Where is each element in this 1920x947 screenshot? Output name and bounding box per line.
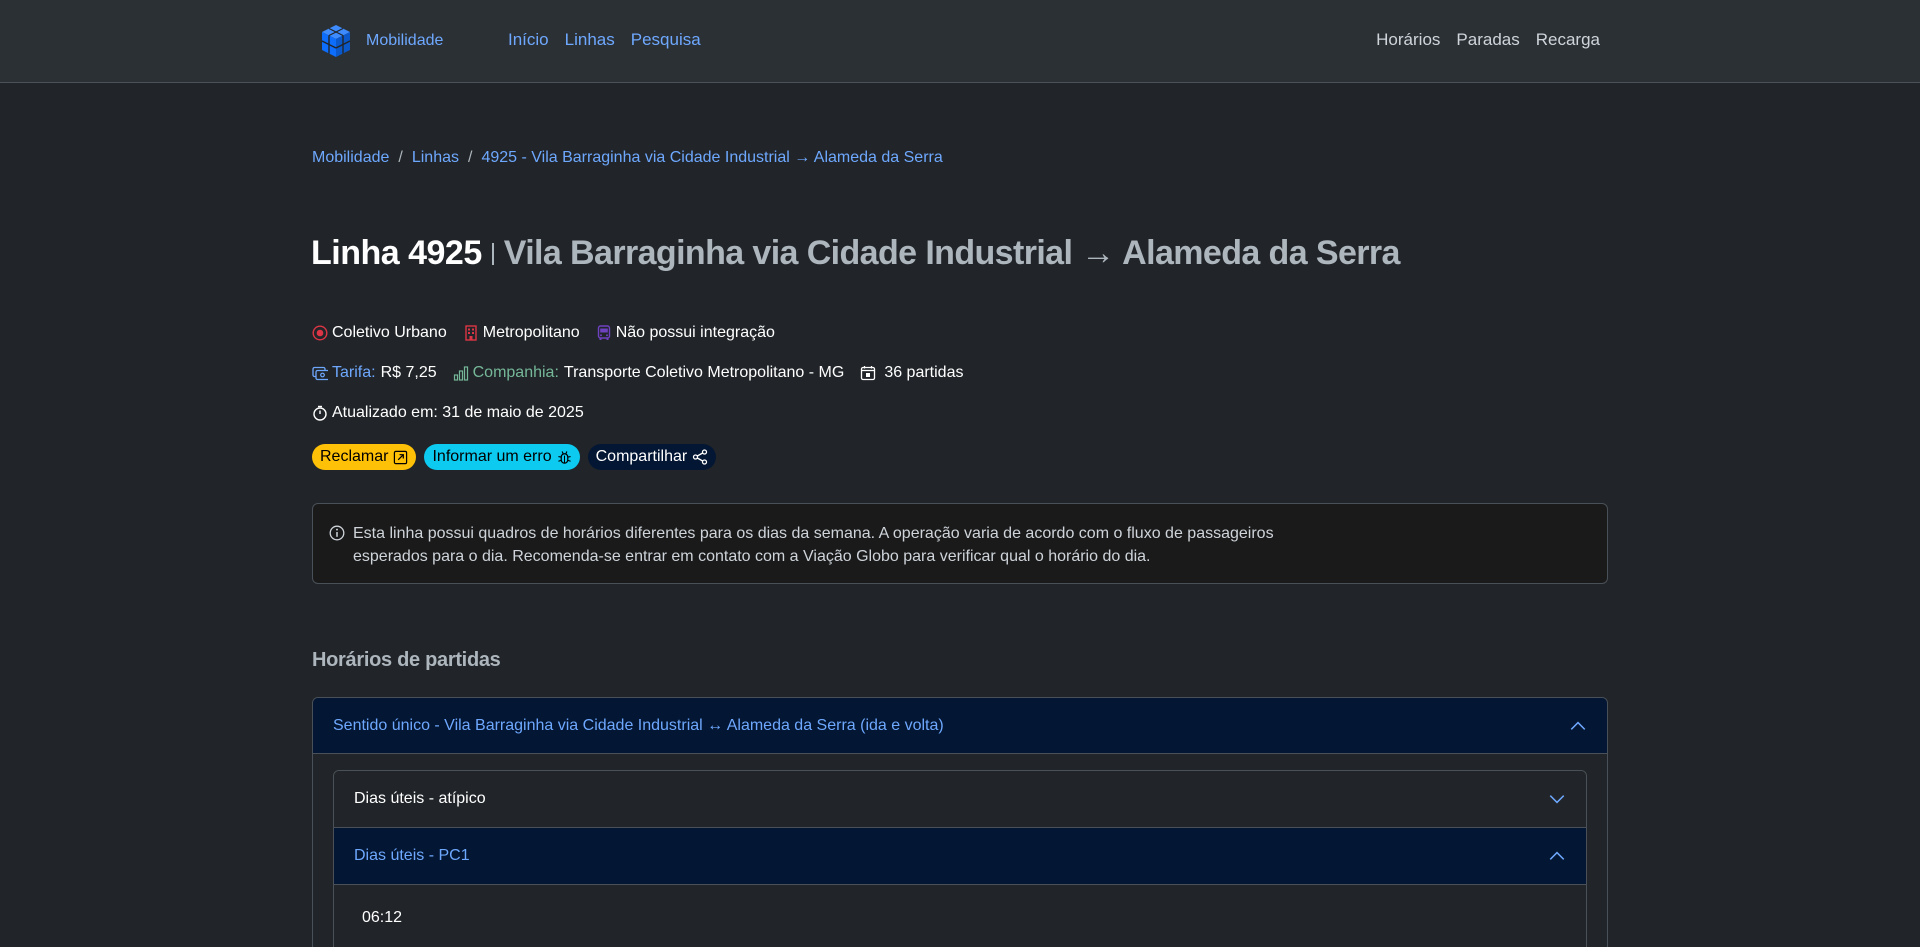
bar-chart-icon bbox=[453, 366, 468, 381]
schedule-info-alert: Esta linha possui quadros de horários di… bbox=[312, 503, 1608, 584]
integration-label: Não possui integração bbox=[615, 324, 775, 341]
brand-name: Mobilidade bbox=[366, 32, 444, 49]
schedule-groups-accordion: Dias úteis - atípico Dias úteis - PC1 06… bbox=[333, 770, 1587, 947]
bug-icon bbox=[557, 450, 571, 464]
breadcrumb-separator: / bbox=[398, 149, 403, 166]
update-item: Atualizado em: 31 de maio de 2025 bbox=[312, 404, 584, 422]
update-info: Atualizado em: 31 de maio de 2025 bbox=[312, 404, 600, 422]
breadcrumb-item-mobilidade[interactable]: Mobilidade bbox=[312, 149, 389, 167]
calendar-icon bbox=[861, 366, 876, 381]
share-label: Compartilhar bbox=[595, 448, 688, 465]
departure-time: 06:12 bbox=[362, 909, 403, 926]
group-header-atipico[interactable]: Dias úteis - atípico bbox=[334, 771, 1586, 828]
chevron-up-icon bbox=[1549, 851, 1565, 860]
chevron-up-icon bbox=[1570, 721, 1586, 730]
nav-link-recarga[interactable]: Recarga bbox=[1536, 30, 1600, 50]
ticket-icon bbox=[312, 366, 328, 381]
schedule-heading: Horários de partidas bbox=[312, 649, 501, 671]
report-error-button[interactable]: Informar um erro bbox=[424, 444, 580, 470]
type-badge: Coletivo Urbano bbox=[312, 324, 447, 342]
nav-link-horarios[interactable]: Horários bbox=[1376, 30, 1440, 50]
building-icon bbox=[465, 325, 477, 341]
nav-link-paradas[interactable]: Paradas bbox=[1456, 30, 1519, 50]
nav-link-linhas[interactable]: Linhas bbox=[565, 30, 615, 50]
bus-icon bbox=[597, 325, 610, 340]
fare-value: R$ 7,25 bbox=[380, 364, 437, 381]
cubes-logo-icon bbox=[321, 25, 351, 57]
secondary-nav: Horários Paradas Recarga bbox=[1376, 30, 1600, 50]
stopwatch-icon bbox=[313, 405, 327, 421]
company-label: Companhia: bbox=[472, 364, 559, 381]
departures-count: 36 partidas bbox=[884, 364, 964, 381]
direction-accordion: Sentido único - Vila Barraginha via Cida… bbox=[312, 697, 1608, 947]
breadcrumb-item-linhas[interactable]: Linhas bbox=[412, 149, 459, 167]
line-badges: Coletivo Urbano Metropolitano Não possui… bbox=[312, 324, 791, 342]
updated-date: Atualizado em: 31 de maio de 2025 bbox=[332, 404, 584, 421]
direction-accordion-header[interactable]: Sentido único - Vila Barraginha via Cida… bbox=[313, 698, 1607, 754]
complain-label: Reclamar bbox=[320, 448, 389, 465]
nav-link-inicio[interactable]: Início bbox=[508, 30, 549, 50]
main-nav: Início Linhas Pesquisa bbox=[508, 30, 701, 50]
breadcrumb-separator: / bbox=[468, 149, 473, 166]
company-info: Companhia: Transporte Coletivo Metropoli… bbox=[453, 364, 845, 382]
record-circle-icon bbox=[312, 325, 328, 341]
report-error-label: Informar um erro bbox=[432, 448, 552, 465]
scope-badge: Metropolitano bbox=[463, 324, 580, 342]
group-label: Dias úteis - atípico bbox=[354, 790, 486, 807]
fare-label: Tarifa: bbox=[332, 364, 376, 381]
group-body-pc1: 06:12 bbox=[334, 885, 1586, 947]
direction-accordion-body: Dias úteis - atípico Dias úteis - PC1 06… bbox=[313, 754, 1607, 947]
share-icon bbox=[693, 449, 708, 465]
brand-link[interactable]: Mobilidade bbox=[320, 22, 443, 60]
external-link-icon bbox=[394, 450, 408, 464]
group-header-pc1[interactable]: Dias úteis - PC1 bbox=[334, 828, 1586, 885]
alert-text: Esta linha possui quadros de horários di… bbox=[353, 525, 1274, 565]
breadcrumb-item-current[interactable]: 4925 - Vila Barraginha via Cidade Indust… bbox=[481, 149, 942, 167]
share-button[interactable]: Compartilhar bbox=[587, 444, 717, 470]
complain-button[interactable]: Reclamar bbox=[312, 444, 417, 470]
navbar: Mobilidade Início Linhas Pesquisa Horári… bbox=[0, 0, 1920, 83]
chevron-down-icon bbox=[1549, 795, 1565, 804]
company-value: Transporte Coletivo Metropolitano - MG bbox=[563, 364, 845, 381]
line-route: Vila Barraginha via Cidade Industrial → … bbox=[503, 234, 1401, 272]
info-circle-icon bbox=[329, 525, 345, 541]
line-number: Linha 4925 bbox=[311, 234, 482, 272]
nav-link-pesquisa[interactable]: Pesquisa bbox=[631, 30, 701, 50]
title-divider bbox=[491, 242, 494, 265]
line-details: Tarifa: R$ 7,25 Companhia: Transporte Co… bbox=[312, 364, 979, 382]
fare-info: Tarifa: R$ 7,25 bbox=[312, 364, 437, 382]
page-title: Linha 4925 Vila Barraginha via Cidade In… bbox=[311, 234, 1400, 273]
type-label: Coletivo Urbano bbox=[332, 324, 447, 341]
direction-label: Sentido único - Vila Barraginha via Cida… bbox=[333, 716, 944, 734]
integration-badge: Não possui integração bbox=[596, 324, 775, 342]
group-label: Dias úteis - PC1 bbox=[354, 847, 470, 864]
departures-info: 36 partidas bbox=[860, 364, 963, 382]
scope-label: Metropolitano bbox=[482, 324, 580, 341]
breadcrumb: Mobilidade / Linhas / 4925 - Vila Barrag… bbox=[312, 149, 943, 167]
action-buttons: Reclamar Informar um erro Compartilhar bbox=[312, 444, 717, 470]
